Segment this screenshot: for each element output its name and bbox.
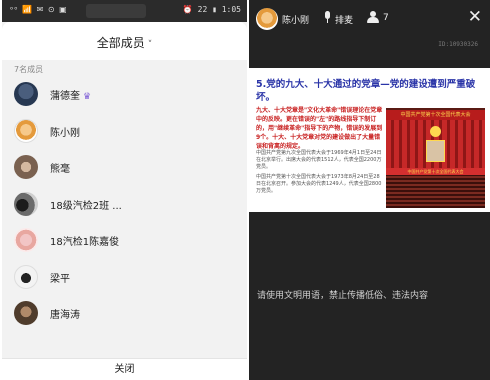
avatar[interactable] <box>256 8 278 30</box>
system-notice: 请使用文明用语，禁止传播低俗、违法内容 <box>257 291 429 301</box>
member-name: 熊毫 <box>50 164 70 175</box>
status-icons: ᵒᵒ 📶 ✉ ⊙ ▣ <box>10 5 68 14</box>
online-count[interactable]: 7 <box>383 13 389 23</box>
member-name: 唐海涛 <box>50 310 80 321</box>
member-item[interactable]: 蒲德奎 ♛ <box>2 76 247 113</box>
avatar <box>14 82 38 106</box>
avatar <box>14 155 38 179</box>
live-room-screen: 陈小刚 排麦 7 ✕ ID:10930326 5.党的九大、十大通过的党章—党的… <box>249 0 490 380</box>
photo-banner: 中国共产党第十次全国代表大会 <box>386 110 485 120</box>
member-name: 陈小刚 <box>50 127 80 139</box>
photo-banner-lower: 中国共产党第十次全国代表大会 <box>386 168 485 175</box>
presentation-slide: 5.党的九大、十大通过的党章—党的建设遭到严重破坏。 九大、十大党章是"文化大革… <box>249 68 490 212</box>
member-item[interactable]: 18汽检1陈嘉俊 <box>2 222 247 259</box>
slide-title: 5.党的九大、十大通过的党章—党的建设遭到严重破坏。 <box>256 79 476 103</box>
slide-paragraph: 中国共产党第十次全国代表大会于1973年8月24日至28日在北京召开。参加大会的… <box>256 174 382 194</box>
avatar <box>14 118 38 143</box>
status-bar: ᵒᵒ 📶 ✉ ⊙ ▣ ⏰ 22 ▮ 1:05 <box>2 0 247 22</box>
room-id: ID:10930326 <box>438 41 478 48</box>
slide-paragraph: 中国共产党第九次全国代表大会于1969年4月1日至24日在北京举行。出席大会的代… <box>256 150 382 170</box>
person-icon[interactable] <box>367 11 379 23</box>
member-item[interactable]: 熊毫 <box>2 149 247 186</box>
member-count-label: 7名成员 <box>14 65 44 74</box>
member-filter-dropdown[interactable]: 全部成员 ˅ <box>2 34 247 51</box>
room-top-bar: 陈小刚 排麦 7 ✕ <box>249 0 490 40</box>
slide-highlight-text: 九大、十大党章是"文化大革命"错误理论在党章中的反映。更在错误的"左"的路线指导… <box>256 107 383 150</box>
slide-body-text: 中国共产党第九次全国代表大会于1969年4月1日至24日在北京举行。出席大会的代… <box>256 150 384 198</box>
member-name: 18级汽检2班 ... <box>50 200 122 212</box>
avatar <box>14 301 38 325</box>
member-item[interactable]: 梁平 <box>2 259 247 296</box>
avatar <box>14 264 38 289</box>
member-item[interactable]: 陈小刚 <box>2 113 247 150</box>
mic-queue-button[interactable]: 排麦 <box>335 13 353 26</box>
sheet-title: 全部成员 <box>96 36 145 50</box>
close-button[interactable]: 关闭 <box>2 358 247 380</box>
avatar <box>14 191 38 216</box>
status-notch <box>86 4 146 18</box>
member-item[interactable]: 18级汽检2班 ... <box>2 186 247 223</box>
avatar <box>14 228 38 252</box>
member-list-screen: ᵒᵒ 📶 ✉ ⊙ ▣ ⏰ 22 ▮ 1:05 全部成员 ˅ 7名成员 蒲德奎 ♛ 陈… <box>2 0 247 380</box>
member-name: 18汽检1陈嘉俊 <box>50 237 120 248</box>
congress-photo: 中国共产党第十次全国代表大会 中国共产党第十次全国代表大会 <box>386 108 485 208</box>
member-name: 蒲德奎 <box>50 91 80 102</box>
member-item[interactable]: 唐海涛 <box>2 295 247 332</box>
portrait <box>426 140 445 162</box>
close-icon[interactable]: ✕ <box>468 9 482 26</box>
microphone-icon[interactable] <box>324 11 331 23</box>
crown-icon: ♛ <box>83 92 92 102</box>
audience-seats <box>386 175 485 208</box>
user-name: 陈小刚 <box>282 16 310 26</box>
member-name: 梁平 <box>50 273 70 285</box>
chevron-down-icon: ˅ <box>147 40 153 50</box>
member-sheet-header: 全部成员 ˅ <box>2 22 247 60</box>
emblem-icon <box>430 126 441 137</box>
member-list: 蒲德奎 ♛ 陈小刚 熊毫 18级汽检2班 ... 18汽检1陈嘉俊 梁平 唐海涛 <box>2 76 247 332</box>
status-clock: ⏰ 22 ▮ 1:05 <box>182 5 241 14</box>
